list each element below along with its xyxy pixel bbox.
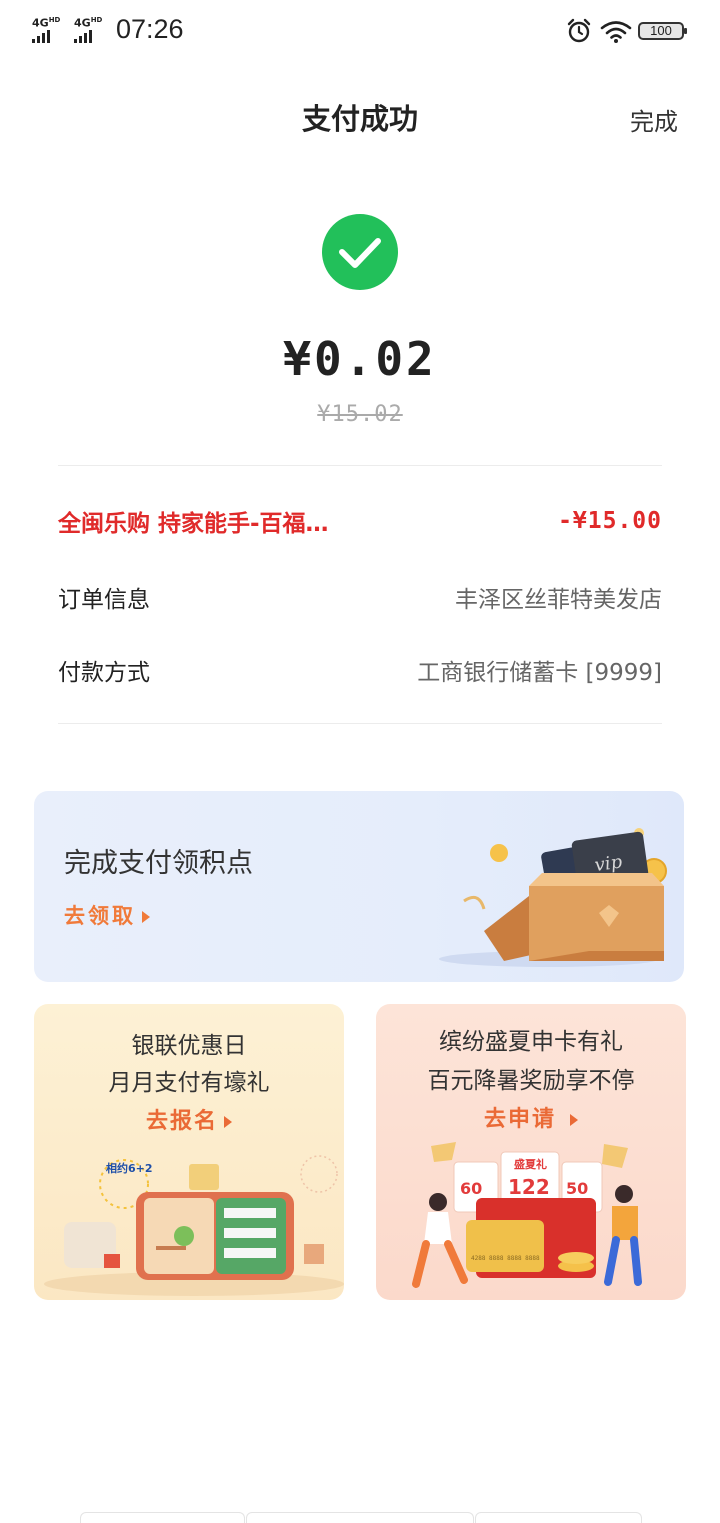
apply-link[interactable]: 去申请 [376,1101,686,1133]
wifi-icon [600,21,632,43]
unionpay-day-card[interactable]: 银联优惠日 月月支付有壕礼 去报名 相约6+2 [34,1004,344,1300]
bottom-tab-1[interactable] [80,1512,245,1523]
card-title-line1: 缤纷盛夏申卡有礼 [439,1029,623,1055]
promo-row: 全闽乐购 持家能手-百福… -¥15.00 [58,504,662,538]
card-title-line1: 银联优惠日 [131,1033,247,1059]
bottom-tab-3[interactable] [475,1512,642,1523]
signal-indicator-2: 4GHD [74,16,102,43]
card-title-line2: 百元降暑奖励享不停 [427,1068,635,1094]
card-number-text: 4288 8888 8888 8888 [471,1255,540,1262]
points-title: 完成支付领积点 [64,848,253,879]
status-bar: 4GHD 4GHD 07:26 100 [0,0,720,64]
claim-points-link[interactable]: 去领取 [64,900,150,930]
promo-value: -¥15.00 [558,508,662,534]
bottom-tab-2[interactable] [246,1512,474,1523]
event-badge-text: 相约6+2 [106,1161,153,1175]
signal-sup: HD [90,16,103,24]
order-info-row: 订单信息 丰泽区丝菲特美发店 [58,580,662,614]
payment-method-label: 付款方式 [58,660,150,686]
signal-label: 4G [74,16,91,30]
vip-card-text: vip [593,851,624,876]
arrow-right-icon [142,911,150,923]
divider [58,465,662,466]
order-info-label: 订单信息 [58,587,150,613]
battery-icon: 100 [638,22,687,40]
arrow-right-icon [224,1116,232,1128]
coupon-value-2: 122 [508,1175,550,1199]
check-circle-icon [322,214,398,290]
order-info-value: 丰泽区丝菲特美发店 [455,587,662,613]
arrow-right-icon [570,1114,578,1126]
paid-amount: ¥0.02 [283,332,437,386]
signup-link[interactable]: 去报名 [34,1103,344,1135]
page-title: 支付成功 [301,102,418,136]
gift-box-illustration: vip [439,828,667,967]
divider [58,723,662,724]
original-amount: ¥15.02 [317,402,403,427]
card-title-line2: 月月支付有壕礼 [108,1070,270,1096]
alarm-icon [567,18,591,43]
gift-label: 盛夏礼 [514,1157,547,1171]
promo-label: 全闽乐购 持家能手-百福… [58,511,329,537]
status-time: 07:26 [116,14,184,44]
signal-sup: HD [48,16,61,24]
signal-bars-icon [32,29,60,43]
signal-bars-icon [74,29,102,43]
payment-method-value: 工商银行储蓄卡 [9999] [417,660,662,686]
card-application-card[interactable]: 缤纷盛夏申卡有礼 百元降暑奖励享不停 去申请 盛夏礼 60 122 50 428… [376,1004,686,1300]
store-illustration: 相约6+2 [44,1155,344,1296]
points-banner[interactable]: 完成支付领积点 去领取 vip [34,791,684,982]
coupon-value-1: 60 [460,1179,482,1198]
coupon-value-3: 50 [566,1179,588,1198]
signal-indicator-1: 4GHD [32,16,60,43]
done-button[interactable]: 完成 [630,102,678,137]
payment-method-row: 付款方式 工商银行储蓄卡 [9999] [58,653,662,687]
signal-label: 4G [32,16,49,30]
promo-illustration: 盛夏礼 60 122 50 4288 8888 8888 8888 [412,1142,642,1288]
